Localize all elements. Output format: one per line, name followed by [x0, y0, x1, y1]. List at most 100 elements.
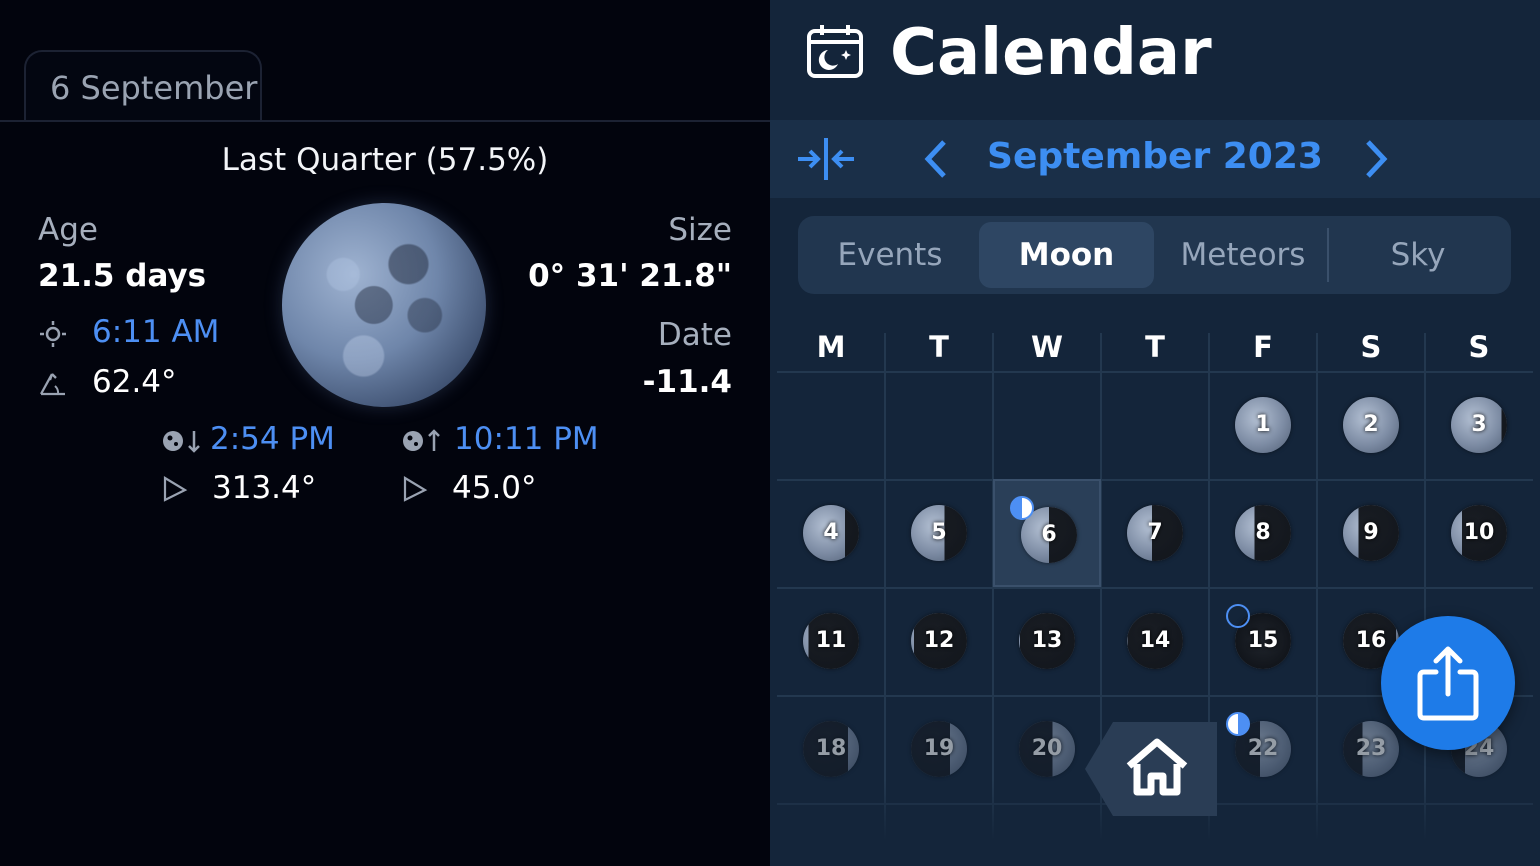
moon-phase-icon: 9	[1343, 505, 1399, 561]
moon-image	[282, 203, 486, 407]
day-number: 13	[1031, 628, 1063, 653]
size-label: Size	[668, 212, 732, 248]
day-cell[interactable]: 7	[1101, 479, 1209, 587]
day-cell[interactable]: 13	[993, 587, 1101, 695]
date-tab-label: 6 September	[50, 69, 258, 107]
day-cell[interactable]: 2	[1317, 371, 1425, 479]
collapse-button[interactable]	[796, 136, 856, 182]
chevron-left-icon	[924, 140, 946, 178]
day-number: 3	[1471, 412, 1487, 437]
moon-phase-icon: 7	[1127, 505, 1183, 561]
date-label: Date	[657, 317, 732, 353]
tab-divider	[0, 120, 770, 122]
tab-divider	[1327, 228, 1329, 282]
moon-phase-icon: 19	[911, 721, 967, 777]
next-rise-time: 10:11 PM	[454, 421, 599, 457]
collapse-icon	[798, 138, 854, 180]
day-number: 20	[1031, 736, 1063, 761]
day-number: 23	[1355, 736, 1387, 761]
day-cell[interactable]: 1	[1209, 371, 1317, 479]
moon-phase-icon: 2	[1343, 397, 1399, 453]
month-label[interactable]: September 2023	[970, 136, 1340, 177]
moonrise-icon	[400, 426, 442, 456]
day-cell[interactable]: 3	[1425, 371, 1533, 479]
day-cell[interactable]: 11	[777, 587, 885, 695]
moon-phase-icon: 5	[911, 505, 967, 561]
empty-day-cell	[885, 371, 993, 479]
day-cell[interactable]: 9	[1317, 479, 1425, 587]
tab-events[interactable]: Events	[804, 222, 976, 288]
calendar-header: Calendar	[770, 0, 1540, 120]
weekday-header: S	[1360, 330, 1382, 364]
category-tabs: Events Moon Meteors Sky	[798, 216, 1511, 294]
day-cell[interactable]: 14	[1101, 587, 1209, 695]
moon-phase-icon: 23	[1343, 721, 1399, 777]
previous-month-button[interactable]	[920, 134, 952, 184]
new-moon-marker-icon	[1225, 603, 1251, 629]
azimuth-icon	[38, 368, 68, 398]
day-number: 12	[923, 628, 955, 653]
moon-phase-icon: 11	[803, 613, 859, 669]
share-button[interactable]	[1381, 616, 1515, 750]
moon-phase-icon: 20	[1019, 721, 1075, 777]
moon-phase-icon: 3	[1451, 397, 1507, 453]
page-title: Calendar	[890, 16, 1212, 90]
age-label: Age	[38, 212, 98, 248]
day-cell[interactable]: 4	[777, 479, 885, 587]
home-icon	[1085, 722, 1217, 816]
set-time: 2:54 PM	[210, 421, 335, 457]
day-number: 2	[1363, 412, 1379, 437]
date-tab[interactable]: 6 September	[24, 50, 262, 122]
empty-day-cell	[993, 371, 1101, 479]
weekday-header: M	[816, 330, 846, 364]
home-button[interactable]	[1085, 722, 1217, 816]
moon-detail-panel: 6 September Last Quarter (57.5%) Age 21.…	[0, 0, 770, 866]
weekday-header: W	[1031, 330, 1063, 364]
moon-phase-icon: 1	[1235, 397, 1291, 453]
day-cell[interactable]: 5	[885, 479, 993, 587]
weekday-header: T	[1145, 330, 1165, 364]
month-navigation: September 2023	[770, 120, 1540, 198]
moon-phase-icon: 18	[803, 721, 859, 777]
tab-sky[interactable]: Sky	[1331, 222, 1505, 288]
moonset-icon	[160, 426, 202, 456]
day-number: 10	[1463, 520, 1495, 545]
size-value: 0° 31' 21.8"	[528, 258, 732, 294]
age-value: 21.5 days	[38, 258, 207, 294]
share-icon	[1417, 646, 1479, 721]
moon-phase-icon: 4	[803, 505, 859, 561]
last-quarter-marker-icon	[1009, 495, 1035, 521]
empty-day-cell	[1101, 371, 1209, 479]
rise-azimuth-icon	[400, 474, 430, 504]
sunrise-icon	[38, 319, 68, 349]
day-number: 4	[823, 520, 839, 545]
set-azimuth-icon	[160, 474, 190, 504]
day-number: 5	[931, 520, 947, 545]
phase-title: Last Quarter (57.5%)	[221, 142, 549, 178]
tab-moon[interactable]: Moon	[979, 222, 1154, 288]
day-number: 11	[815, 628, 847, 653]
day-cell[interactable]: 8	[1209, 479, 1317, 587]
moon-phase-icon: 13	[1019, 613, 1075, 669]
date-value: -11.4	[642, 364, 732, 400]
calendar-panel: Calendar September 2023 Events Moon Mete…	[770, 0, 1540, 866]
day-cell[interactable]: 10	[1425, 479, 1533, 587]
empty-day-cell	[777, 371, 885, 479]
weekday-header: F	[1253, 330, 1273, 364]
moon-phase-icon: 8	[1235, 505, 1291, 561]
next-rise-azimuth: 45.0°	[452, 470, 537, 506]
tab-meteors[interactable]: Meteors	[1158, 222, 1328, 288]
day-number: 1	[1255, 412, 1271, 437]
moon-phase-icon: 14	[1127, 613, 1183, 669]
day-cell[interactable]: 12	[885, 587, 993, 695]
moon-phase-icon: 10	[1451, 505, 1507, 561]
day-number: 19	[923, 736, 955, 761]
weekday-header: T	[929, 330, 949, 364]
weekday-header: S	[1468, 330, 1490, 364]
moon-phase-icon: 12	[911, 613, 967, 669]
calendar-moon-icon	[806, 22, 864, 80]
day-number: 7	[1147, 520, 1163, 545]
first-quarter-marker-icon	[1225, 711, 1251, 737]
chevron-right-icon	[1366, 140, 1388, 178]
next-month-button[interactable]	[1360, 134, 1392, 184]
